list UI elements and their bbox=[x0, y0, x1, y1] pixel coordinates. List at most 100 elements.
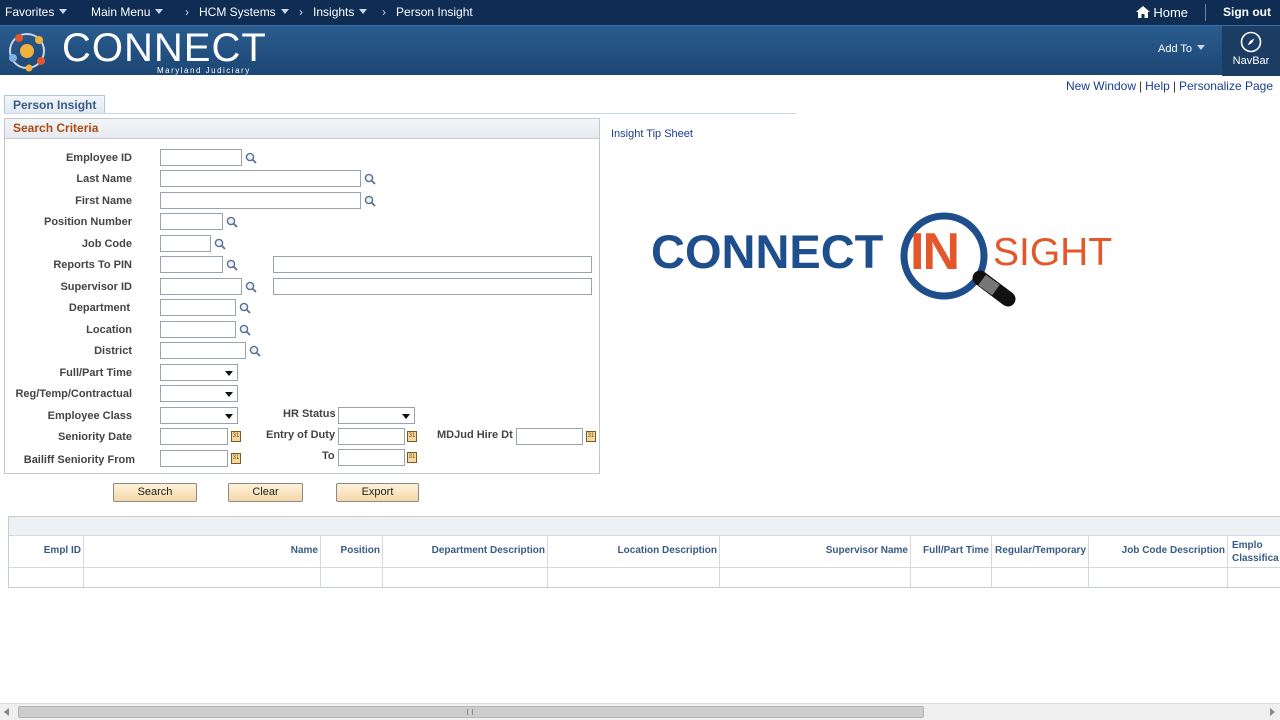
job-code-input[interactable] bbox=[160, 235, 211, 252]
district-label: District bbox=[94, 345, 132, 357]
breadcrumb-label: Insights bbox=[313, 5, 355, 19]
search-button[interactable]: Search bbox=[113, 483, 197, 502]
navbar-button[interactable]: NavBar bbox=[1222, 26, 1280, 76]
column-header-empl-id[interactable]: Empl ID bbox=[9, 536, 84, 568]
clear-button[interactable]: Clear bbox=[228, 483, 303, 502]
mdjud-hire-dt-input[interactable] bbox=[516, 428, 583, 445]
supervisor-id-input[interactable] bbox=[160, 278, 242, 295]
home-link[interactable]: Home bbox=[1136, 5, 1188, 20]
reg-temp-contractual-select[interactable] bbox=[160, 385, 238, 402]
last-name-label: Last Name bbox=[76, 173, 132, 185]
column-header-location-description[interactable]: Location Description bbox=[548, 536, 720, 568]
grip-icon bbox=[467, 709, 473, 715]
compass-icon bbox=[1240, 31, 1262, 53]
chevron-down-icon bbox=[59, 9, 68, 14]
calendar-icon[interactable]: 31 bbox=[407, 431, 417, 442]
hr-status-label: HR Status bbox=[283, 408, 336, 420]
lookup-search-icon[interactable] bbox=[239, 324, 251, 336]
lookup-search-icon[interactable] bbox=[364, 195, 376, 207]
new-window-link[interactable]: New Window bbox=[1066, 79, 1136, 93]
lookup-search-icon[interactable] bbox=[239, 302, 251, 314]
first-name-input[interactable] bbox=[160, 192, 361, 209]
horizontal-scrollbar[interactable] bbox=[0, 703, 1280, 720]
scrollbar-thumb[interactable] bbox=[18, 706, 924, 718]
department-input[interactable] bbox=[160, 299, 236, 316]
reg-temp-contractual-label: Reg/Temp/Contractual bbox=[15, 388, 132, 400]
personalize-page-link[interactable]: Personalize Page bbox=[1179, 79, 1273, 93]
column-header-job-code-description[interactable]: Job Code Description bbox=[1089, 536, 1228, 568]
location-label: Location bbox=[86, 324, 132, 336]
breadcrumb-insights[interactable]: › Insights bbox=[299, 5, 368, 19]
tab-divider bbox=[4, 113, 796, 114]
bailiff-seniority-from-label: Bailiff Seniority From bbox=[23, 454, 135, 466]
breadcrumb-hcm-systems[interactable]: › HCM Systems bbox=[185, 5, 289, 19]
seniority-date-label: Seniority Date bbox=[58, 431, 132, 443]
chevron-down-icon bbox=[1197, 45, 1206, 50]
column-header-name[interactable]: Name bbox=[84, 536, 321, 568]
employee-id-label: Employee ID bbox=[65, 152, 132, 164]
column-header-regular-temporary[interactable]: Regular/Temporary bbox=[992, 536, 1089, 568]
bailiff-seniority-to-input[interactable] bbox=[338, 449, 405, 466]
add-to-menu[interactable]: Add To bbox=[1158, 43, 1206, 55]
scroll-right-arrow-icon[interactable] bbox=[1270, 708, 1275, 716]
results-grid: Empl ID Name Position Department Descrip… bbox=[8, 516, 1280, 588]
logo-connect-text: CONNECT bbox=[651, 225, 884, 278]
employee-class-label: Employee Class bbox=[47, 410, 132, 422]
calendar-icon[interactable]: 31 bbox=[407, 452, 417, 463]
page-links: New Window | Help | Personalize Page bbox=[1066, 79, 1273, 93]
sign-out-label: Sign out bbox=[1223, 5, 1271, 19]
lookup-search-icon[interactable] bbox=[245, 281, 257, 293]
column-header-department-description[interactable]: Department Description bbox=[383, 536, 548, 568]
logo-sight-text: SIGHT bbox=[993, 231, 1113, 274]
export-button[interactable]: Export bbox=[336, 483, 419, 502]
lookup-search-icon[interactable] bbox=[214, 238, 226, 250]
reports-to-pin-input[interactable] bbox=[160, 256, 223, 273]
last-name-input[interactable] bbox=[160, 170, 361, 187]
home-label: Home bbox=[1153, 5, 1189, 20]
column-header-full-part-time[interactable]: Full/Part Time bbox=[911, 536, 992, 568]
full-part-time-select[interactable] bbox=[160, 364, 238, 381]
home-icon bbox=[1136, 6, 1150, 18]
main-menu[interactable]: Main Menu bbox=[91, 5, 164, 19]
employee-class-select[interactable] bbox=[160, 407, 238, 424]
dropdown-arrow-icon bbox=[225, 371, 233, 376]
seniority-date-input[interactable] bbox=[160, 428, 228, 445]
lookup-search-icon[interactable] bbox=[364, 173, 376, 185]
chevron-right-icon: › bbox=[382, 5, 386, 19]
chevron-down-icon bbox=[155, 9, 164, 14]
table-cell bbox=[1228, 568, 1280, 587]
link-separator: | bbox=[1139, 79, 1143, 93]
lookup-search-icon[interactable] bbox=[245, 152, 257, 164]
lookup-search-icon[interactable] bbox=[226, 216, 238, 228]
supervisor-name-display bbox=[273, 278, 592, 295]
location-input[interactable] bbox=[160, 321, 236, 338]
chevron-right-icon: › bbox=[299, 5, 303, 19]
lookup-search-icon[interactable] bbox=[226, 259, 238, 271]
lookup-search-icon[interactable] bbox=[249, 345, 261, 357]
table-cell bbox=[321, 568, 383, 587]
entry-of-duty-input[interactable] bbox=[338, 428, 405, 445]
scroll-left-arrow-icon[interactable] bbox=[4, 708, 9, 716]
table-cell bbox=[720, 568, 911, 587]
calendar-icon[interactable]: 31 bbox=[231, 431, 241, 442]
hr-status-select[interactable] bbox=[338, 407, 415, 424]
tab-person-insight[interactable]: Person Insight bbox=[4, 95, 106, 114]
column-header-position[interactable]: Position bbox=[321, 536, 383, 568]
table-cell bbox=[911, 568, 992, 587]
help-link[interactable]: Help bbox=[1145, 79, 1170, 93]
calendar-icon[interactable]: 31 bbox=[231, 453, 241, 464]
breadcrumb-label: Person Insight bbox=[396, 5, 473, 19]
nav-divider bbox=[1205, 4, 1206, 21]
column-header-employee-classification[interactable]: Emplo Classifica bbox=[1228, 536, 1280, 568]
column-header-supervisor-name[interactable]: Supervisor Name bbox=[720, 536, 911, 568]
sign-out-link[interactable]: Sign out bbox=[1223, 5, 1271, 19]
employee-id-input[interactable] bbox=[160, 149, 242, 166]
bailiff-seniority-from-input[interactable] bbox=[160, 450, 228, 467]
favorites-menu[interactable]: Favorites bbox=[5, 5, 68, 19]
supervisor-id-label: Supervisor ID bbox=[60, 281, 132, 293]
breadcrumb-person-insight[interactable]: › Person Insight bbox=[382, 5, 473, 19]
calendar-icon[interactable]: 31 bbox=[586, 431, 596, 442]
position-number-input[interactable] bbox=[160, 213, 223, 230]
district-input[interactable] bbox=[160, 342, 246, 359]
insight-tip-sheet-link[interactable]: Insight Tip Sheet bbox=[611, 128, 693, 140]
